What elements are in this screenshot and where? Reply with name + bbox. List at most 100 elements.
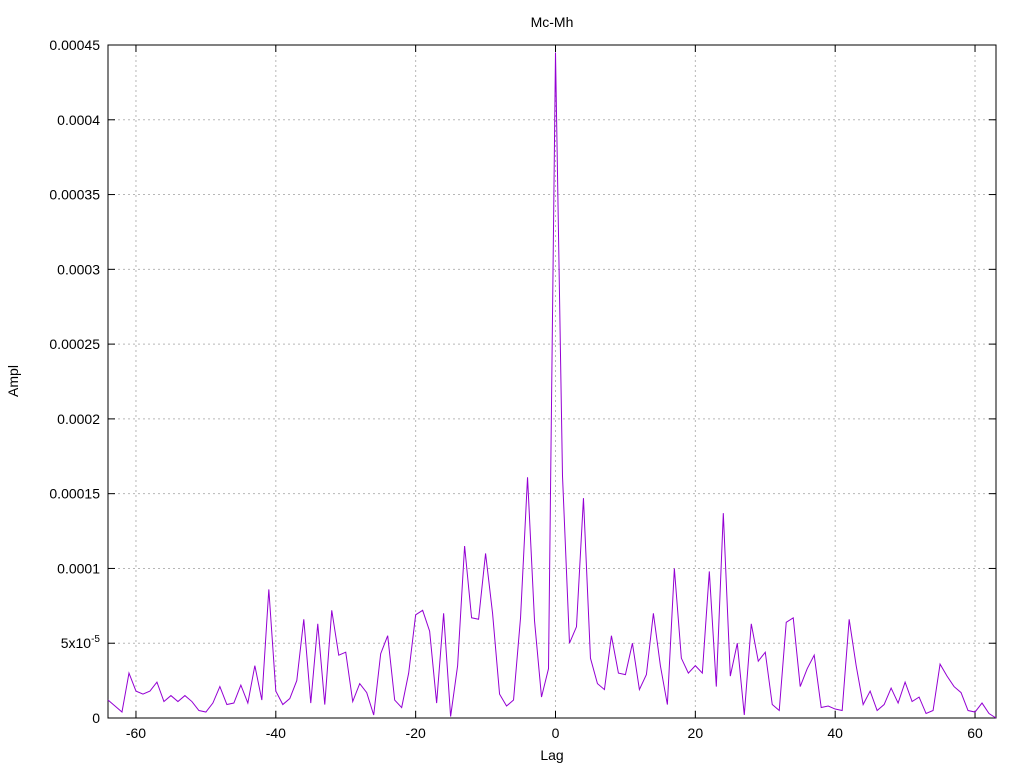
data-point [967, 710, 969, 712]
data-point [897, 702, 899, 704]
data-point [359, 683, 361, 685]
data-point [876, 710, 878, 712]
x-tick-label: -40 [266, 725, 286, 741]
y-tick-label: 0 [92, 710, 100, 726]
data-point [541, 696, 543, 698]
data-point [282, 704, 284, 706]
data-point [743, 714, 745, 716]
y-axis-label: Ampl [5, 365, 21, 397]
data-point [862, 704, 864, 706]
data-point [841, 710, 843, 712]
data-point [688, 672, 690, 674]
data-point [583, 497, 585, 499]
x-tick-label: -60 [126, 725, 146, 741]
data-point [618, 672, 620, 674]
tick-labels: -60 -40 -20 0 20 40 60 0 5x10-5 0.0001 0.00015 0.00… [49, 37, 983, 741]
data-point [939, 663, 941, 665]
data-point [855, 665, 857, 667]
data-point [268, 589, 270, 591]
data-point [792, 617, 794, 619]
data-point [604, 689, 606, 691]
data-point [366, 692, 368, 694]
y-tick-label: 0.0002 [57, 411, 100, 427]
data-point [778, 710, 780, 712]
data-point [527, 476, 529, 478]
y-tick-label: 5x10-5 [61, 634, 101, 651]
data-point [345, 651, 347, 653]
data-point [820, 707, 822, 709]
data-point [338, 654, 340, 656]
data-point [205, 711, 207, 713]
data-point [485, 553, 487, 555]
data-point [142, 693, 144, 695]
data-point [785, 621, 787, 623]
data-point [569, 642, 571, 644]
data-point [520, 617, 522, 619]
data-point [723, 512, 725, 514]
data-point [163, 701, 165, 703]
data-point [813, 654, 815, 656]
data-point [960, 692, 962, 694]
data-point [555, 52, 557, 54]
data-point [925, 713, 927, 715]
y-tick-label: 0.0001 [57, 560, 100, 576]
data-point [464, 545, 466, 547]
data-point [988, 713, 990, 715]
data-point [247, 702, 249, 704]
data-point [107, 699, 109, 701]
data-point [932, 710, 934, 712]
data-point [506, 705, 508, 707]
data-point [771, 704, 773, 706]
data-point [974, 711, 976, 713]
data-point [177, 701, 179, 703]
data-point [869, 690, 871, 692]
data-point [918, 696, 920, 698]
x-tick-label: 60 [967, 725, 983, 741]
data-point [478, 618, 480, 620]
data-point [408, 672, 410, 674]
data-point [114, 705, 116, 707]
data-point [254, 665, 256, 667]
data-point [352, 701, 354, 703]
data-point [184, 695, 186, 697]
data-point [590, 657, 592, 659]
chart-container: -60 -40 -20 0 20 40 60 0 5x10-5 0.0001 0.00015 0.00… [0, 0, 1024, 768]
data-point [911, 701, 913, 703]
data-point [387, 635, 389, 637]
y-tick-label: 0.0004 [57, 112, 100, 128]
data-point [534, 620, 536, 622]
data-point [806, 668, 808, 670]
data-point [331, 610, 333, 612]
data-point [429, 630, 431, 632]
data-point [904, 681, 906, 683]
data-point [632, 642, 634, 644]
data-point [492, 613, 494, 615]
data-point [548, 668, 550, 670]
data-point [198, 710, 200, 712]
data-point [156, 681, 158, 683]
data-point [681, 657, 683, 659]
data-point [890, 687, 892, 689]
data-point [953, 686, 955, 688]
data-point [373, 714, 375, 716]
series-line [107, 52, 997, 719]
data-point [757, 660, 759, 662]
data-point [233, 702, 235, 704]
data-point [597, 683, 599, 685]
data-point [611, 635, 613, 637]
x-axis-label: Lag [540, 747, 563, 763]
data-point [729, 675, 731, 677]
data-point [275, 690, 277, 692]
data-point [317, 623, 319, 625]
data-point [799, 686, 801, 688]
data-point [562, 475, 564, 477]
data-point [827, 705, 829, 707]
data-point [422, 610, 424, 612]
data-point [702, 672, 704, 674]
data-point [499, 693, 501, 695]
y-tick-label: 0.00045 [49, 37, 100, 53]
x-tick-label: 20 [688, 725, 704, 741]
data-point [450, 716, 452, 718]
data-point [128, 672, 130, 674]
data-point [513, 699, 515, 701]
